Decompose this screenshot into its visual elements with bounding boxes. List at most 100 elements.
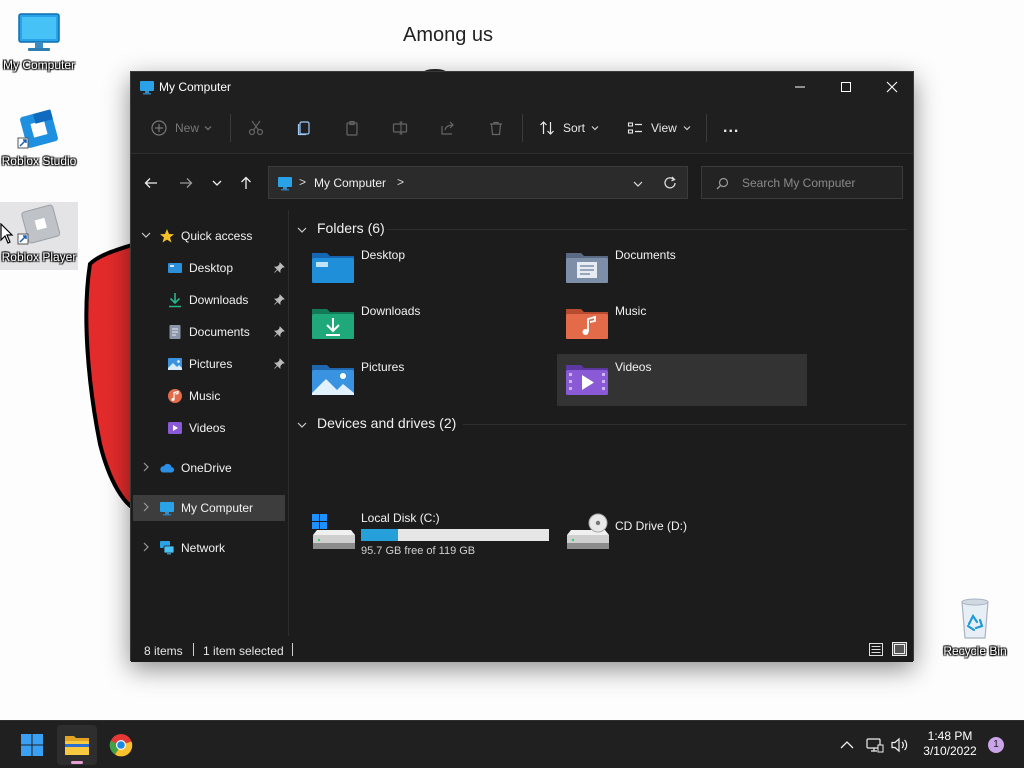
arrow-up-icon [241,176,251,189]
hard-drive-windows-icon [312,514,355,549]
more-options-button[interactable]: ... [723,116,739,140]
show-hidden-icons-button[interactable] [840,721,854,768]
volume-button[interactable] [891,721,909,768]
minimize-icon [795,86,805,88]
rename-icon [392,121,408,135]
cd-drive-icon [567,513,609,549]
picture-icon [168,358,182,370]
paste-button[interactable] [344,116,360,140]
sidebar-item-music[interactable]: Music [133,383,285,409]
file-explorer-icon [65,736,89,755]
clock-date: 3/10/2022 [923,744,977,758]
cloud-icon [160,463,175,473]
search-input[interactable]: Search My Computer [742,176,855,190]
folder-documents[interactable]: Documents [557,242,807,294]
chevron-down-icon[interactable] [633,179,643,189]
view-list-icon [627,122,642,134]
pin-icon[interactable] [274,358,285,369]
pin-icon[interactable] [274,294,285,305]
monitor-icon [160,502,174,516]
rename-button[interactable] [392,116,408,140]
star-icon [160,229,174,243]
close-button[interactable] [869,72,915,102]
back-button[interactable] [140,172,162,194]
explorer-window: My Computer New Sort View ... > My Compu… [130,71,914,662]
folder-desktop[interactable]: Desktop [303,242,553,294]
maximize-icon [841,82,851,92]
drive-cd-d[interactable]: CD Drive (D:) [557,507,807,557]
document-icon [169,325,181,339]
sidebar-item-onedrive[interactable]: OneDrive [133,455,285,481]
chevron-down-icon [297,422,307,428]
navigation-pane: Quick access Desktop Downloads Documents… [131,210,289,636]
forward-button[interactable] [175,172,197,194]
pictures-folder-icon [312,365,354,395]
maximize-button[interactable] [823,72,869,102]
pin-icon[interactable] [274,326,285,337]
toolbar-separator [230,114,231,142]
trash-icon [490,121,502,136]
chevron-down-icon [591,126,599,131]
share-button[interactable] [440,116,456,140]
title-bar[interactable]: My Computer [131,72,913,102]
folder-pictures[interactable]: Pictures [303,354,553,406]
sidebar-item-pictures[interactable]: Pictures [133,351,285,377]
network-status-button[interactable] [866,721,884,768]
refresh-icon[interactable] [663,176,677,190]
search-box[interactable]: Search My Computer [701,166,903,199]
sort-button[interactable]: Sort [539,116,599,140]
taskbar-chrome[interactable] [101,725,141,765]
music-icon [168,389,182,403]
desktop-icon-roblox-studio[interactable]: Roblox Studio [0,106,78,168]
folder-music[interactable]: Music [557,298,807,350]
desktop-icon-my-computer[interactable]: My Computer [0,10,78,72]
taskbar: 1:48 PM 3/10/2022 1 [0,720,1024,768]
folder-videos[interactable]: Videos [557,354,807,406]
recent-locations-button[interactable] [206,172,228,194]
sidebar-item-documents[interactable]: Documents [133,319,285,345]
downloads-folder-icon [312,309,354,339]
tiles-view-icon[interactable] [892,642,907,656]
start-button[interactable] [12,725,52,765]
monitor-icon [140,81,154,95]
notification-badge[interactable]: 1 [988,737,1004,753]
sidebar-item-downloads[interactable]: Downloads [133,287,285,313]
videos-folder-icon [566,365,608,395]
view-button[interactable]: View [627,116,691,140]
toolbar-separator [706,114,707,142]
recycle-bin-icon [952,596,998,642]
taskbar-clock[interactable]: 1:48 PM 3/10/2022 [918,729,982,759]
drive-usage-fill [361,529,398,541]
desktop-icon-recycle-bin[interactable]: Recycle Bin [936,596,1014,658]
minimize-button[interactable] [777,72,823,102]
new-button[interactable]: New [151,116,212,140]
taskbar-file-explorer[interactable] [57,725,97,765]
delete-button[interactable] [488,116,504,140]
chevron-down-icon [297,227,307,233]
folder-downloads[interactable]: Downloads [303,298,553,350]
music-folder-icon [566,309,608,339]
chevron-right-icon [143,502,149,512]
more-options-icon: ... [723,119,740,136]
close-icon [886,81,898,93]
details-view-icon[interactable] [869,643,883,656]
sidebar-item-desktop[interactable]: Desktop [133,255,285,281]
breadcrumb-my-computer[interactable]: My Computer [314,176,386,190]
download-icon [169,293,181,308]
status-separator [292,643,293,656]
sidebar-item-network[interactable]: Network [133,535,285,561]
drive-local-disk-c[interactable]: Local Disk (C:) 95.7 GB free of 119 GB [303,507,553,567]
cut-button[interactable] [248,116,264,140]
breadcrumb-separator: > [397,175,405,189]
up-button[interactable] [235,172,257,194]
speaker-icon [891,737,908,753]
search-icon [716,177,729,190]
copy-button[interactable] [296,116,312,140]
windows-logo-icon [21,734,43,756]
sidebar-item-videos[interactable]: Videos [133,415,285,441]
pin-icon[interactable] [274,262,285,273]
address-bar[interactable]: > My Computer > [268,166,688,199]
sidebar-item-my-computer[interactable]: My Computer [133,495,285,521]
sidebar-item-quick-access[interactable]: Quick access [133,223,285,249]
roblox-studio-icon [16,106,62,152]
